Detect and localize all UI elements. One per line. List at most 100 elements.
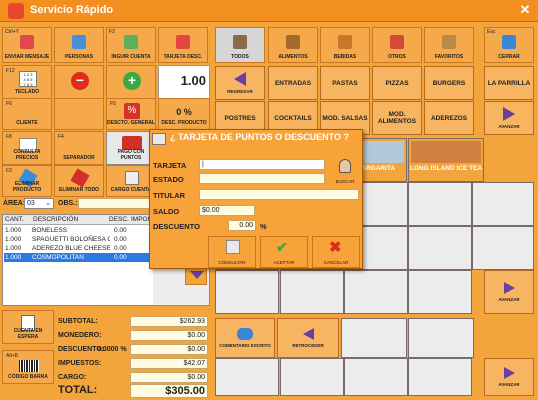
burger-icon xyxy=(286,35,300,49)
empty-product-slot[interactable] xyxy=(280,270,344,314)
toolbar-button-todos[interactable]: TODOS xyxy=(215,27,265,63)
barcode-icon xyxy=(19,360,39,372)
arrow-down-icon xyxy=(190,271,204,279)
toolbar-button-bebidas[interactable]: BEBIDAS xyxy=(320,27,370,63)
arrow-right-icon xyxy=(503,107,515,121)
product-discount-button[interactable]: 0 % DESC. PRODUCTO xyxy=(158,98,210,130)
empty-product-slot[interactable] xyxy=(408,226,472,270)
separator-button[interactable]: F4 SEPARADOR xyxy=(54,131,104,165)
balance-field: $0.00 xyxy=(199,205,255,216)
discount-field: 0.00 xyxy=(228,220,256,231)
percent-icon: % xyxy=(124,103,140,119)
subtotal-label: SUBTOTAL: xyxy=(58,318,98,325)
consult-button[interactable]: CONSULTAR xyxy=(208,236,256,268)
delete-all-button[interactable]: ELIMINAR TODO xyxy=(54,165,104,197)
empty-product-slot[interactable] xyxy=(215,358,279,396)
discount-card-icon xyxy=(176,35,190,49)
card-icon xyxy=(152,133,166,145)
categories-next-button[interactable]: AVANZAR xyxy=(484,101,534,135)
table-row[interactable]: 1.000 BONELESS 0.00 xyxy=(4,226,152,235)
delete-product-button[interactable]: F3 ELIMINAR PRODUCTO xyxy=(2,165,52,197)
empty-product-slot[interactable] xyxy=(472,226,534,270)
toolbar-button-inguir-cuenta[interactable]: F2 INGUIR CUENTA xyxy=(106,27,156,63)
wallet-value: $0.00 xyxy=(130,330,208,341)
products-next-button-top[interactable]: AVANZAR xyxy=(484,270,534,314)
area-label: ÁREA: xyxy=(3,200,26,207)
points-card-dialog: ¿ TARJETA DE PUNTOS O DESCUENTO ? TARJET… xyxy=(149,129,363,269)
arrow-left-icon xyxy=(234,72,246,86)
empty-product-slot[interactable] xyxy=(408,182,472,226)
general-discount-button[interactable]: F5 % DESCTO. GENERAL xyxy=(106,98,156,130)
empty-product-slot[interactable] xyxy=(408,270,472,314)
products-back-button[interactable]: RETROCEDER xyxy=(277,318,339,358)
charge-label: CARGO: xyxy=(58,374,87,381)
empty-product-slot[interactable] xyxy=(344,358,408,396)
drink-photo xyxy=(411,141,481,163)
category-pastas[interactable]: PASTAS xyxy=(320,66,370,100)
card-number-input[interactable]: | xyxy=(199,159,325,170)
category-aderezos[interactable]: ADEREZOS xyxy=(424,101,474,135)
close-window-button[interactable]: ✕ xyxy=(516,2,534,18)
person-search-icon xyxy=(339,159,351,173)
close-icon: ✖ xyxy=(329,239,342,256)
charge-icon xyxy=(125,171,139,185)
exit-icon xyxy=(502,35,516,49)
products-next-button-bottom[interactable]: AVANZAR xyxy=(484,358,534,396)
toolbar-button-enviar-mensaje[interactable]: Ctrl+Y ENVIAR MENSAJE xyxy=(2,27,52,63)
window-title: Servicio Rápido xyxy=(30,4,114,16)
empty-product-slot[interactable] xyxy=(408,318,474,358)
arrow-right-icon xyxy=(503,282,515,294)
cookie-icon xyxy=(442,35,456,49)
empty-product-slot[interactable] xyxy=(280,358,344,396)
consult-icon xyxy=(226,240,240,254)
discount-value: $0.00 xyxy=(130,344,208,355)
empty-product-slot[interactable] xyxy=(408,358,472,396)
subtotal-value: $262.93 xyxy=(130,316,208,327)
minus-icon: − xyxy=(71,72,89,90)
price-check-button[interactable]: F8 CONSULTA PRECIOS xyxy=(2,131,52,165)
client-button[interactable]: F6 CLIENTE xyxy=(2,98,52,130)
dialog-title: ¿ TARJETA DE PUNTOS O DESCUENTO ? xyxy=(170,132,350,142)
decrease-quantity-button[interactable]: − xyxy=(54,65,104,99)
category-la-parrilla[interactable]: LA PARRILLA xyxy=(484,66,534,100)
keyboard-button[interactable]: F12 1 2 3 4 5 6 7 8 9 TECLADO xyxy=(2,65,52,99)
search-button[interactable]: BUSCAR xyxy=(331,157,359,187)
accept-button[interactable]: ✔ ACEPTAR xyxy=(260,236,308,268)
discount-percent: 0.0000 % xyxy=(97,346,127,353)
increase-quantity-button[interactable]: + xyxy=(106,65,156,99)
chevron-down-icon: ⌄ xyxy=(45,200,51,207)
toolbar-button-tarjeta-desc-[interactable]: TARJETA DESC. xyxy=(158,27,208,63)
empty-product-slot[interactable] xyxy=(472,182,534,226)
written-comment-button[interactable]: COMENTARIO ESCRITO xyxy=(215,318,275,358)
empty-product-slot[interactable] xyxy=(341,318,407,358)
mail-icon xyxy=(20,35,34,49)
barcode-button[interactable]: Alt+B CÓDIGO BARRA xyxy=(2,350,54,384)
categories-back-button[interactable]: REGRESAR xyxy=(215,66,265,100)
empty-product-slot[interactable] xyxy=(215,270,279,314)
plus-icon: + xyxy=(123,72,141,90)
table-row[interactable]: 1.000 ADEREZO BLUE CHEESE 0.00 xyxy=(4,244,152,253)
taxes-value: $42.07 xyxy=(130,358,208,369)
comment-icon xyxy=(237,328,253,340)
category-pizzas[interactable]: PIZZAS xyxy=(372,66,422,100)
product-tile[interactable]: LONG ISLAND ICE TEA xyxy=(408,138,484,182)
table-row[interactable]: 1.000 SPAGUETTI BOLOÑESA C 0.00 xyxy=(4,235,152,244)
cancel-button[interactable]: ✖ CANCELAR xyxy=(312,236,360,268)
empty-cell xyxy=(54,98,104,130)
points-card-icon xyxy=(122,136,142,150)
category-burgers[interactable]: BURGERS xyxy=(424,66,474,100)
area-select[interactable]: 03 ⌄ xyxy=(24,198,54,209)
table-row[interactable]: 1.000 COSMOPOLITAN 0.00 xyxy=(4,253,152,262)
toolbar-button-cerrar[interactable]: Esc CERRAR xyxy=(484,27,534,63)
empty-product-slot[interactable] xyxy=(344,270,408,314)
hold-account-button[interactable]: CUENTA EN ESPERA xyxy=(2,310,54,344)
drink-cup-icon xyxy=(390,35,404,49)
toolbar-button-otros[interactable]: OTROS xyxy=(372,27,422,63)
toolbar-button-personas[interactable]: PERSONAS xyxy=(54,27,104,63)
quantity-field[interactable]: 1.00 xyxy=(158,65,210,99)
category-mod-alimentos[interactable]: MOD. ALIMENTOS xyxy=(372,101,422,135)
category-entradas[interactable]: ENTRADAS xyxy=(268,66,318,100)
app-icon xyxy=(8,3,24,19)
toolbar-button-alimentos[interactable]: ALIMENTOS xyxy=(268,27,318,63)
toolbar-button-favoritos[interactable]: FAVORITOS xyxy=(424,27,474,63)
